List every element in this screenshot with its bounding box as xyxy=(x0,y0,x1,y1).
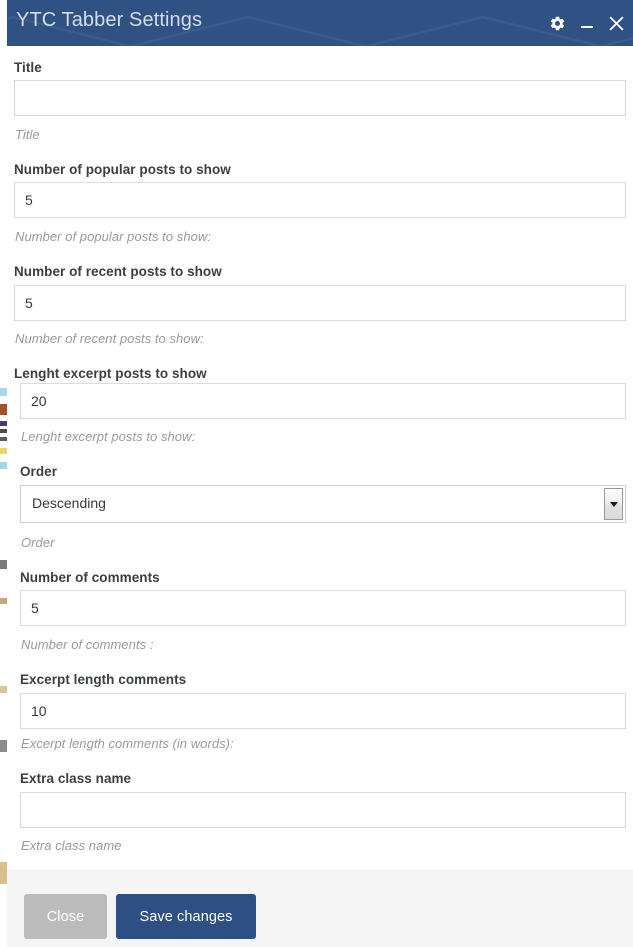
field-label: Number of comments xyxy=(20,570,160,585)
settings-modal: YTC Tabber Settings Title Title Number o… xyxy=(7,0,633,947)
field-help: Excerpt length comments (in words): xyxy=(21,736,234,751)
field-help: Extra class name xyxy=(21,838,122,853)
modal-footer: Close Save changes xyxy=(7,870,633,947)
gear-icon[interactable] xyxy=(549,15,566,32)
comments-count-input[interactable] xyxy=(20,590,626,626)
field-label: Excerpt length comments xyxy=(20,672,187,687)
settings-form: Title Title Number of popular posts to s… xyxy=(7,46,633,871)
background-page-sliver xyxy=(0,0,7,947)
excerpt-length-posts-input[interactable] xyxy=(20,383,626,419)
field-label: Lenght excerpt posts to show xyxy=(14,366,207,381)
close-button[interactable]: Close xyxy=(24,894,107,939)
close-icon[interactable] xyxy=(608,15,625,32)
field-help: Title xyxy=(15,127,40,142)
page-title: YTC Tabber Settings xyxy=(16,9,203,31)
title-input[interactable] xyxy=(14,80,626,116)
field-label: Extra class name xyxy=(20,771,132,786)
save-changes-button[interactable]: Save changes xyxy=(116,894,256,939)
order-select-value: Descending xyxy=(32,495,106,511)
field-help: Number of recent posts to show: xyxy=(15,331,204,346)
minimize-icon[interactable] xyxy=(579,15,595,31)
field-help: Order xyxy=(21,535,55,550)
field-help: Number of comments : xyxy=(21,637,154,652)
recent-posts-count-input[interactable] xyxy=(14,285,626,321)
modal-header: YTC Tabber Settings xyxy=(7,0,633,46)
popular-posts-count-input[interactable] xyxy=(14,182,626,218)
excerpt-length-comments-input[interactable] xyxy=(20,693,626,729)
field-label: Number of recent posts to show xyxy=(14,264,222,279)
field-help: Number of popular posts to show: xyxy=(15,229,211,244)
extra-class-name-input[interactable] xyxy=(20,792,626,828)
field-label: Number of popular posts to show xyxy=(14,162,231,177)
field-label: Order xyxy=(20,464,58,479)
window-controls xyxy=(549,0,625,46)
chevron-down-icon[interactable] xyxy=(604,488,623,520)
order-select[interactable]: Descending xyxy=(20,485,626,523)
field-help: Lenght excerpt posts to show: xyxy=(21,429,196,444)
field-label: Title xyxy=(14,60,42,75)
